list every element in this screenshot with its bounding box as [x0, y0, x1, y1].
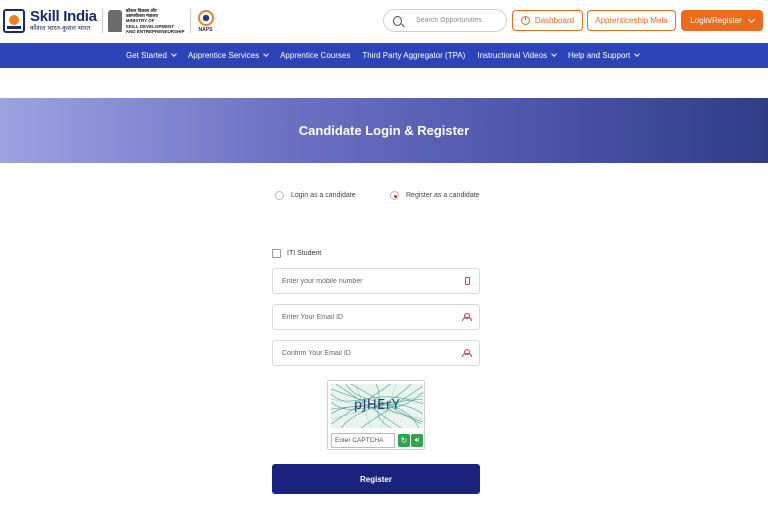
- email-input[interactable]: [282, 313, 462, 321]
- register-candidate-option[interactable]: Register as a candidate: [390, 191, 480, 200]
- iti-student-label: ITI Student: [287, 250, 322, 257]
- nav-item-get-started[interactable]: Get Started: [126, 51, 177, 60]
- iti-student-option[interactable]: ITI Student: [272, 249, 321, 258]
- logo-divider: [189, 9, 191, 33]
- logo-text: Skill India कौशल भारत-कुशल भारत: [30, 9, 97, 33]
- nav-item-label: Apprentice Courses: [280, 51, 351, 60]
- nav-item-help-support[interactable]: Help and Support: [568, 51, 641, 60]
- naps-label: NAPS: [198, 26, 213, 33]
- nav-item-apprentice-services[interactable]: Apprentice Services: [187, 51, 269, 60]
- login-candidate-label: Login as a candidate: [291, 192, 356, 199]
- apprenticeship-mela-label: Apprenticeship Mela: [595, 16, 668, 25]
- register-button[interactable]: Register: [272, 464, 480, 494]
- mobile-input[interactable]: [282, 277, 465, 285]
- captcha-refresh-button[interactable]: ↻: [398, 434, 410, 447]
- site-header: Skill India कौशल भारत-कुशल भारत कौशल विक…: [0, 0, 768, 43]
- search-box[interactable]: [383, 9, 507, 32]
- register-candidate-radio[interactable]: [390, 191, 399, 200]
- nav-item-label: Get Started: [126, 51, 167, 60]
- ministry-line: AND ENTREPRENEURSHIP: [125, 28, 185, 34]
- chevron-down-icon: [551, 51, 557, 57]
- captcha-audio-button[interactable]: 🔊︎: [411, 434, 423, 447]
- login-register-button[interactable]: Login/Register: [681, 10, 763, 31]
- naps-logo-icon: [197, 9, 214, 26]
- skill-india-logo-icon: [3, 9, 25, 33]
- national-emblem-icon: [107, 10, 122, 32]
- page-title: Candidate Login & Register: [298, 123, 470, 138]
- mobile-phone-icon: [465, 277, 470, 285]
- email-field[interactable]: [272, 304, 480, 330]
- logo-subtitle: कौशल भारत-कुशल भारत: [30, 25, 91, 33]
- confirm-email-input[interactable]: [282, 349, 462, 357]
- nav-item-label: Apprentice Services: [187, 51, 260, 60]
- captcha-input[interactable]: [331, 433, 395, 448]
- logo-divider: [101, 9, 103, 33]
- search-icon: [393, 15, 402, 26]
- logo-group[interactable]: Skill India कौशल भारत-कुशल भारत कौशल विक…: [3, 7, 214, 35]
- captcha-text: pJHErY: [353, 398, 401, 413]
- chevron-down-icon: [171, 51, 177, 57]
- mobile-field[interactable]: [272, 268, 480, 294]
- apprenticeship-mela-button[interactable]: Apprenticeship Mela: [587, 10, 676, 31]
- ministry-label: कौशल विकास और उद्यमशीलता मंत्रालय MINIST…: [126, 8, 185, 34]
- main-nav: Get Started Apprentice Services Apprenti…: [0, 43, 768, 68]
- nav-item-instructional-videos[interactable]: Instructional Videos: [477, 51, 557, 60]
- captcha-widget: pJHErY ↻ 🔊︎: [327, 380, 425, 450]
- chevron-down-icon: [263, 51, 269, 57]
- dashboard-button-label: Dashboard: [534, 16, 575, 25]
- register-candidate-label: Register as a candidate: [406, 192, 480, 199]
- logo-title: Skill India: [30, 8, 97, 26]
- iti-student-checkbox[interactable]: [272, 249, 281, 258]
- nav-item-label: Third Party Aggregator (TPA): [362, 51, 466, 60]
- user-icon: [462, 313, 472, 321]
- login-register-label: Login/Register: [690, 16, 742, 25]
- pie-chart-icon: [520, 16, 530, 25]
- page-banner: Candidate Login & Register: [0, 98, 768, 163]
- login-candidate-radio[interactable]: [275, 191, 284, 200]
- nav-item-label: Help and Support: [568, 51, 631, 60]
- login-candidate-option[interactable]: Login as a candidate: [275, 191, 356, 200]
- captcha-image: pJHErY: [331, 384, 423, 428]
- confirm-email-field[interactable]: [272, 340, 480, 366]
- search-input[interactable]: [416, 17, 506, 24]
- naps-logo: NAPS: [197, 9, 214, 33]
- chevron-down-icon: [747, 15, 755, 23]
- nav-item-tpa[interactable]: Third Party Aggregator (TPA): [362, 51, 465, 60]
- dashboard-button[interactable]: Dashboard: [512, 10, 583, 31]
- chevron-down-icon: [634, 51, 641, 57]
- nav-item-label: Instructional Videos: [477, 51, 548, 60]
- speaker-icon: 🔊︎: [414, 436, 420, 444]
- nav-item-apprentice-courses[interactable]: Apprentice Courses: [280, 51, 350, 60]
- refresh-icon: ↻: [400, 436, 408, 445]
- user-icon: [462, 349, 472, 357]
